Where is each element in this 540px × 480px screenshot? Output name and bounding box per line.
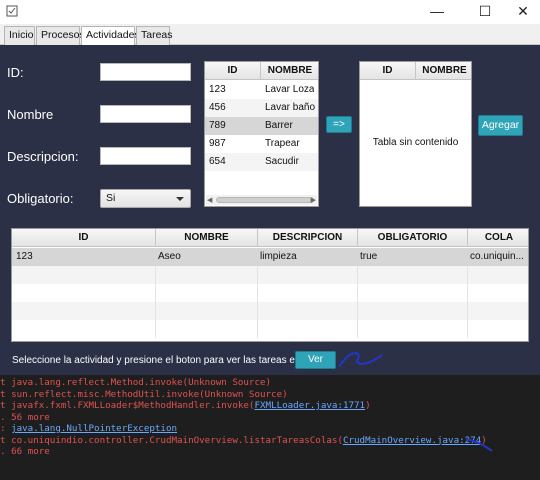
column-header-nombre[interactable]: NOMBRE: [261, 62, 318, 80]
column-header-obligatorio[interactable]: OBLIGATORIO: [358, 229, 468, 247]
queue-table[interactable]: ID NOMBRE Tabla sin contenido: [359, 61, 472, 207]
column-header-descripcion[interactable]: DESCRIPCION: [258, 229, 358, 247]
annotation-arrow: [465, 438, 493, 452]
cell-id: 987: [209, 138, 226, 149]
scroll-right-icon[interactable]: ▶: [311, 196, 316, 204]
tab-inicio[interactable]: Inicio: [4, 26, 35, 45]
tab-actividades[interactable]: Actividades: [81, 26, 140, 46]
tab-procesos[interactable]: Procesos: [36, 26, 85, 45]
column-header-nombre[interactable]: NOMBRE: [156, 229, 258, 247]
table-row-selected[interactable]: 123 Aseo limpieza true co.uniquin...: [12, 248, 528, 266]
cell-nombre: Lavar Loza: [265, 84, 315, 95]
details-table-header: ID NOMBRE DESCRIPCION OBLIGATORIO COLA: [12, 229, 528, 247]
column-header-id[interactable]: ID: [12, 229, 156, 247]
console-line: t javafx.fxml.FXMLLoader$MethodHandler.i…: [0, 400, 371, 412]
console-output: t java.lang.reflect.Method.invoke(Unknow…: [0, 375, 540, 480]
obligatorio-selected-value: Si: [106, 192, 116, 204]
scrollbar-thumb[interactable]: [216, 197, 314, 203]
tab-tareas[interactable]: Tareas: [136, 26, 173, 45]
obligatorio-label: Obligatorio:: [7, 191, 74, 206]
cell-id: 456: [209, 102, 226, 113]
window-titlebar: — ☐ ✕: [0, 0, 540, 24]
obligatorio-select[interactable]: Si: [100, 189, 191, 208]
cell-nombre: Lavar baño: [265, 102, 316, 113]
move-to-queue-button[interactable]: =>: [326, 116, 352, 133]
console-line: . 56 more: [0, 411, 50, 423]
empty-table-row: [12, 302, 528, 320]
console-line-text: t co.uniquindio.controller.CrudMainOverv…: [0, 434, 343, 446]
empty-table-row: [12, 266, 528, 284]
details-table[interactable]: ID NOMBRE DESCRIPCION OBLIGATORIO COLA 1…: [11, 228, 529, 342]
column-header-id[interactable]: ID: [205, 62, 261, 80]
maximize-button[interactable]: ☐: [468, 0, 502, 22]
console-line: t sun.reflect.misc.MethodUtil.invoke(Unk…: [0, 388, 288, 400]
cell-id: 654: [209, 156, 226, 167]
console-file-link[interactable]: FXMLLoader.java:1771: [254, 400, 365, 411]
console-line: t co.uniquindio.controller.CrudMainOverv…: [0, 435, 487, 447]
actividades-panel: ID: Nombre Descripcion: Obligatorio: Si …: [0, 45, 540, 375]
tab-bar: Inicio Procesos Actividades Tareas: [0, 24, 540, 46]
cell-descripcion: limpieza: [260, 251, 297, 262]
cell-id: 789: [209, 120, 226, 131]
console-line: : java.lang.NullPointerException: [0, 423, 177, 435]
chevron-down-icon: [176, 197, 184, 201]
empty-table-row: [12, 320, 528, 338]
annotation-scribble: [338, 352, 383, 368]
cell-id: 123: [16, 251, 33, 262]
console-exception-link[interactable]: java.lang.NullPointerException: [11, 423, 177, 434]
empty-table-message: Tabla sin contenido: [372, 137, 459, 148]
cell-id: 123: [209, 84, 226, 95]
close-button[interactable]: ✕: [506, 0, 540, 22]
close-icon: ✕: [517, 2, 529, 19]
console-file-link[interactable]: CrudMainOverview.java:274: [343, 435, 481, 446]
table-row[interactable]: 456 Lavar baño: [205, 99, 318, 117]
column-header-id[interactable]: ID: [360, 62, 416, 80]
table-row[interactable]: 987 Trapear: [205, 135, 318, 153]
console-line-text: :: [0, 423, 12, 434]
descripcion-field[interactable]: [100, 147, 191, 165]
column-header-cola[interactable]: COLA: [468, 229, 528, 247]
console-line: t java.lang.reflect.Method.invoke(Unknow…: [0, 377, 272, 388]
cell-cola: co.uniquin...: [470, 251, 524, 262]
app-icon: [6, 5, 18, 17]
console-line-text: t javafx.fxml.FXMLLoader$MethodHandler.i…: [0, 400, 255, 411]
queue-table-header: ID NOMBRE: [360, 62, 471, 80]
ver-button[interactable]: Ver: [295, 351, 336, 369]
horizontal-scrollbar[interactable]: ◀ ▶: [206, 195, 317, 205]
column-header-nombre[interactable]: NOMBRE: [416, 62, 471, 80]
cell-nombre: Barrer: [265, 120, 293, 131]
descripcion-label: Descripcion:: [7, 149, 79, 164]
activities-table-header: ID NOMBRE: [205, 62, 318, 80]
cell-nombre: Sacudir: [265, 156, 299, 167]
instruction-text: Seleccione la actividad y presione el bo…: [12, 355, 325, 366]
cell-nombre: Aseo: [158, 251, 181, 262]
table-row[interactable]: 123 Lavar Loza: [205, 81, 318, 99]
empty-table-row: [12, 284, 528, 302]
maximize-icon: ☐: [478, 2, 492, 19]
id-field[interactable]: [100, 63, 191, 81]
nombre-label: Nombre: [7, 107, 54, 122]
scroll-left-icon[interactable]: ◀: [207, 196, 212, 204]
console-line: . 66 more: [0, 446, 50, 457]
minimize-button[interactable]: —: [420, 0, 454, 22]
cell-nombre: Trapear: [265, 138, 300, 149]
cell-obligatorio: true: [360, 251, 378, 262]
agregar-button[interactable]: Agregar: [478, 115, 523, 136]
console-line-text: ): [365, 400, 371, 411]
table-row-selected[interactable]: 789 Barrer: [205, 117, 318, 135]
table-row[interactable]: 654 Sacudir: [205, 153, 318, 171]
nombre-field[interactable]: [100, 105, 191, 123]
minimize-icon: —: [430, 3, 444, 19]
id-label: ID:: [7, 65, 24, 80]
activities-table[interactable]: ID NOMBRE 123 Lavar Loza 456 Lavar baño …: [204, 61, 319, 207]
